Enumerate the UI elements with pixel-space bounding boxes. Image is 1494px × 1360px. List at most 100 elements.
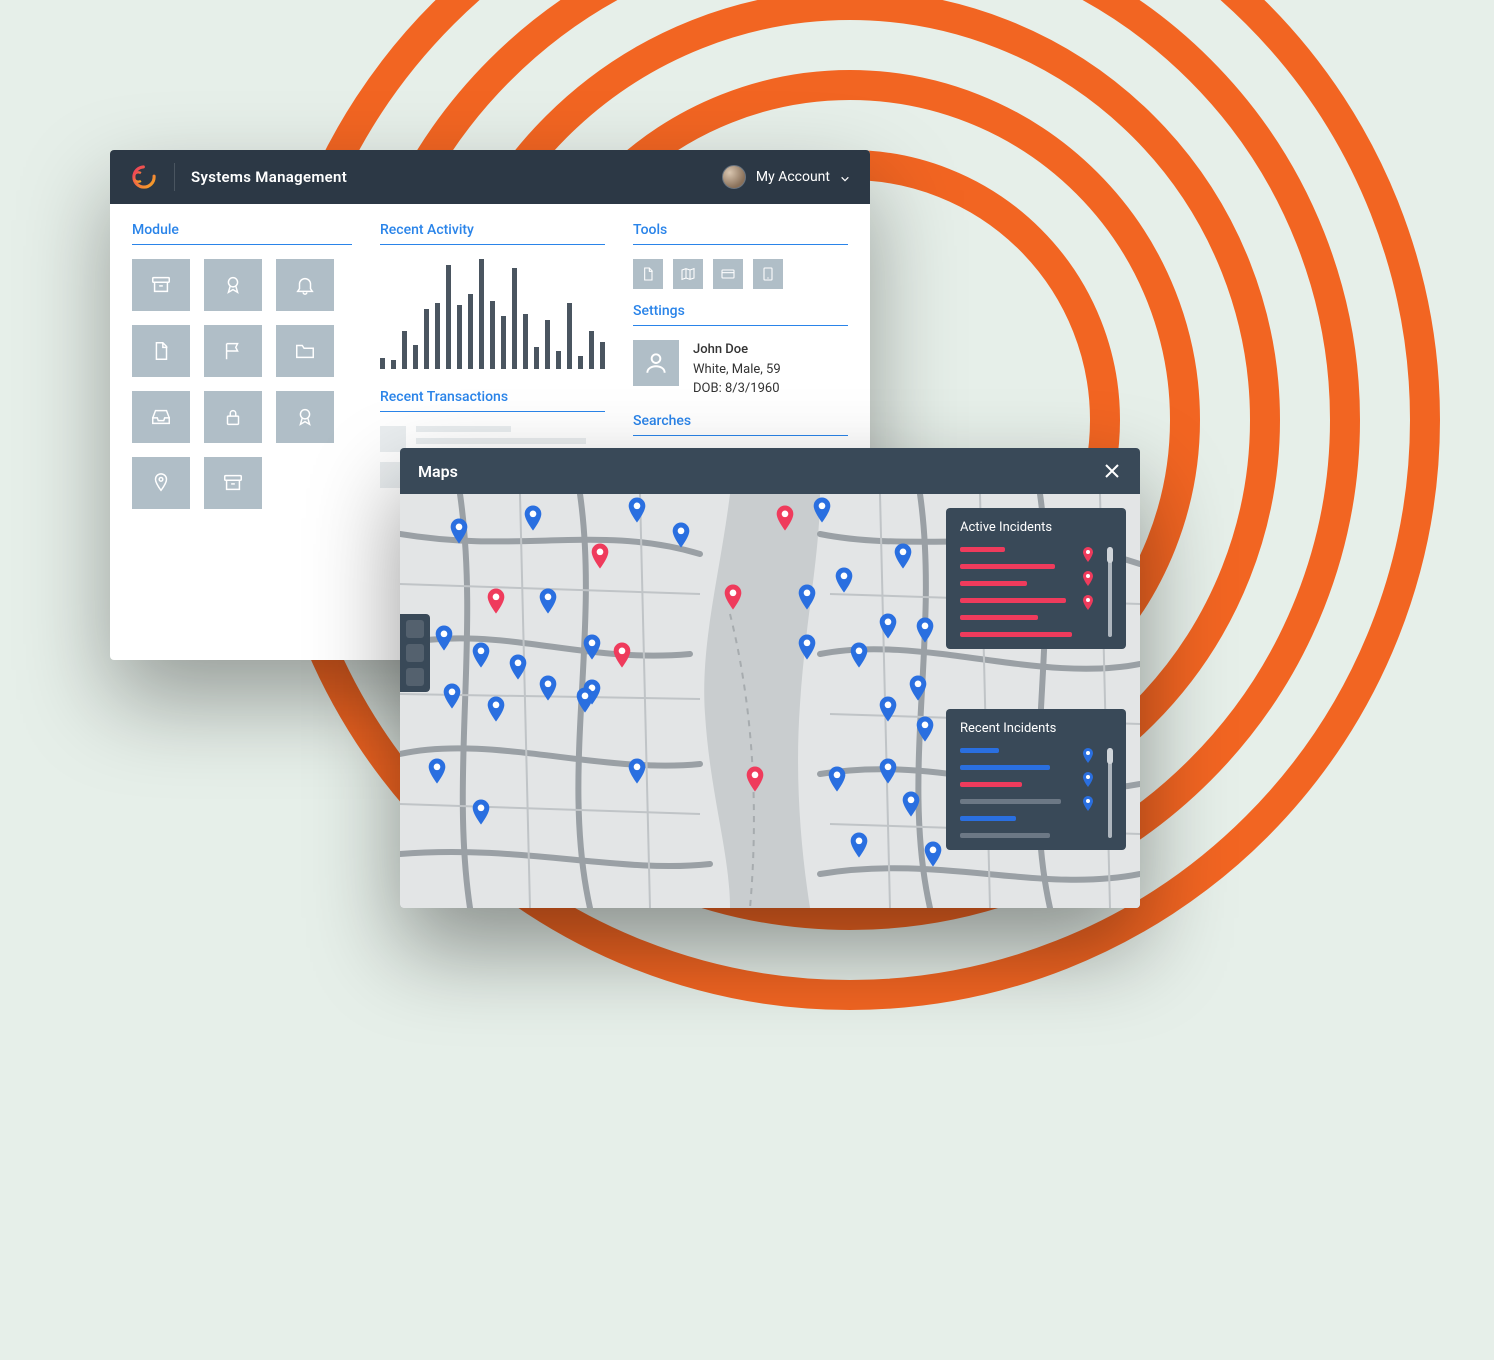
map-pin-blue[interactable] xyxy=(893,543,913,569)
map-pin-blue[interactable] xyxy=(486,696,506,722)
module-tile-bell[interactable] xyxy=(276,259,334,311)
chart-bar xyxy=(391,360,396,369)
maps-title: Maps xyxy=(418,462,458,481)
flag-icon xyxy=(222,340,244,362)
award-icon xyxy=(222,274,244,296)
chart-bar xyxy=(490,301,495,369)
map-pin-blue[interactable] xyxy=(627,497,647,523)
map-pin-blue[interactable] xyxy=(523,505,543,531)
chart-bar xyxy=(424,309,429,370)
chart-bar xyxy=(545,320,550,370)
map-pin-blue[interactable] xyxy=(471,642,491,668)
map-pin-blue[interactable] xyxy=(627,758,647,784)
document-icon xyxy=(150,340,172,362)
incident-pin-icon xyxy=(1082,547,1094,563)
module-tile-award[interactable] xyxy=(204,259,262,311)
close-button[interactable] xyxy=(1102,461,1122,481)
map-pin-blue[interactable] xyxy=(434,625,454,651)
map-tab[interactable] xyxy=(406,668,424,686)
tool-card[interactable] xyxy=(713,259,743,289)
recent-scrollbar[interactable] xyxy=(1108,748,1112,838)
settings-heading: Settings xyxy=(633,303,848,326)
my-account-menu[interactable]: My Account xyxy=(722,165,850,189)
module-tile-archive[interactable] xyxy=(204,457,262,509)
map-pin-blue[interactable] xyxy=(834,567,854,593)
user-dob: DOB: 8/3/1960 xyxy=(693,379,781,399)
module-grid xyxy=(132,259,352,509)
map-pin-blue[interactable] xyxy=(901,791,921,817)
module-tile-archive[interactable] xyxy=(132,259,190,311)
archive-icon xyxy=(222,472,244,494)
map-pin-red[interactable] xyxy=(590,543,610,569)
incident-line xyxy=(960,833,1050,838)
incident-line xyxy=(960,799,1061,804)
map-pin-blue[interactable] xyxy=(797,584,817,610)
module-tile-pin[interactable] xyxy=(132,457,190,509)
map-pin-blue[interactable] xyxy=(908,675,928,701)
map-pin-blue[interactable] xyxy=(575,687,595,713)
map-pin-red[interactable] xyxy=(486,588,506,614)
tool-tablet[interactable] xyxy=(753,259,783,289)
chart-bar xyxy=(600,342,605,370)
module-heading: Module xyxy=(132,222,352,245)
tool-map[interactable] xyxy=(673,259,703,289)
map-pin-red[interactable] xyxy=(775,505,795,531)
module-tile-flag[interactable] xyxy=(204,325,262,377)
pin-icon xyxy=(150,472,172,494)
map-pin-blue[interactable] xyxy=(442,683,462,709)
map-pin-red[interactable] xyxy=(723,584,743,610)
map-pin-blue[interactable] xyxy=(827,766,847,792)
map-pin-blue[interactable] xyxy=(849,832,869,858)
incident-line xyxy=(960,598,1066,603)
module-tile-document[interactable] xyxy=(132,325,190,377)
map-pin-blue[interactable] xyxy=(427,758,447,784)
map-pin-blue[interactable] xyxy=(878,696,898,722)
incident-line xyxy=(960,615,1038,620)
map-pin-blue[interactable] xyxy=(849,642,869,668)
my-account-label: My Account xyxy=(756,169,830,185)
incident-pin-icon xyxy=(1082,595,1094,611)
map-pin-blue[interactable] xyxy=(878,758,898,784)
map-pin-red[interactable] xyxy=(612,642,632,668)
archive-icon xyxy=(150,274,172,296)
incident-line xyxy=(960,564,1055,569)
dashboard-header: Systems Management My Account xyxy=(110,150,870,204)
map-pin-red[interactable] xyxy=(745,766,765,792)
map-pin-blue[interactable] xyxy=(471,799,491,825)
map-pin-blue[interactable] xyxy=(538,588,558,614)
module-tile-folder[interactable] xyxy=(276,325,334,377)
incident-pin-icon xyxy=(1082,748,1094,764)
chart-bar xyxy=(435,303,440,369)
module-tile-inbox[interactable] xyxy=(132,391,190,443)
maps-body: Active Incidents Recent Incidents xyxy=(400,494,1140,908)
module-tile-lock[interactable] xyxy=(204,391,262,443)
module-tile-award[interactable] xyxy=(276,391,334,443)
map-pin-blue[interactable] xyxy=(671,522,691,548)
map-pin-blue[interactable] xyxy=(812,497,832,523)
recent-transactions-heading: Recent Transactions xyxy=(380,389,605,412)
map-pin-blue[interactable] xyxy=(508,654,528,680)
chevron-down-icon xyxy=(840,172,850,182)
row-line xyxy=(416,426,511,432)
map-icon xyxy=(680,266,696,282)
active-scrollbar[interactable] xyxy=(1108,547,1112,637)
searches-heading: Searches xyxy=(633,413,848,436)
maps-window: Maps xyxy=(400,448,1140,908)
map-tab[interactable] xyxy=(406,644,424,662)
chart-bar xyxy=(501,316,506,369)
map-pin-blue[interactable] xyxy=(449,518,469,544)
map-pin-blue[interactable] xyxy=(582,634,602,660)
map-pin-blue[interactable] xyxy=(915,617,935,643)
map-pin-blue[interactable] xyxy=(923,841,943,867)
tablet-icon xyxy=(760,266,776,282)
card-icon xyxy=(720,266,736,282)
incident-line xyxy=(960,765,1050,770)
chart-bar xyxy=(380,358,385,369)
tool-document[interactable] xyxy=(633,259,663,289)
map-pin-blue[interactable] xyxy=(878,613,898,639)
user-desc: White, Male, 59 xyxy=(693,360,781,380)
map-tab[interactable] xyxy=(406,620,424,638)
map-pin-blue[interactable] xyxy=(538,675,558,701)
map-pin-blue[interactable] xyxy=(797,634,817,660)
map-pin-blue[interactable] xyxy=(915,716,935,742)
